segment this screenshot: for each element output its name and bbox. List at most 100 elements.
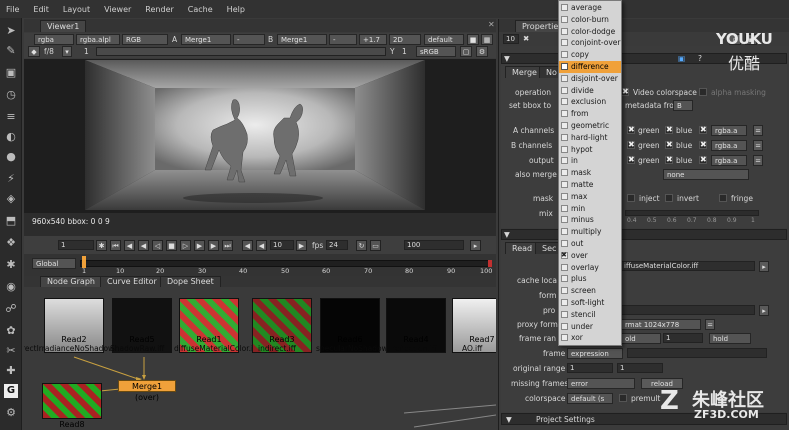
toolsets-icon[interactable]: ✂ xyxy=(4,344,18,358)
next-frame-icon[interactable]: ▷ xyxy=(180,240,191,251)
operation-option-divide[interactable]: divide xyxy=(559,85,621,97)
prev-keyframe-icon[interactable]: ◀ xyxy=(124,240,135,251)
operation-option-under[interactable]: under xyxy=(559,321,621,333)
b-channels-equals[interactable]: = xyxy=(753,140,763,151)
premult-checkbox[interactable] xyxy=(619,394,627,402)
read-node-header[interactable]: ▼ xyxy=(501,229,787,240)
close-icon[interactable]: ✕ xyxy=(488,20,495,29)
menu-render[interactable]: Render xyxy=(145,5,173,14)
operation-option-exclusion[interactable]: exclusion xyxy=(559,96,621,108)
playback-settings-icon[interactable]: ✱ xyxy=(96,240,107,251)
fstop-toggle-icon[interactable]: ◆ xyxy=(28,46,40,57)
also-merge-dropdown[interactable]: none xyxy=(663,169,749,180)
frame-range-after[interactable]: hold xyxy=(709,333,751,344)
other-icon[interactable]: ✚ xyxy=(4,364,18,378)
operation-option-matte[interactable]: matte xyxy=(559,179,621,191)
operation-option-copy[interactable]: copy xyxy=(559,49,621,61)
timeline[interactable]: Global 1 10 20 30 40 50 60 70 80 90 100 xyxy=(24,254,496,276)
node-read6-label[interactable]: Read6 xyxy=(320,335,380,344)
a-blue-checkbox[interactable] xyxy=(665,125,673,134)
node-read4-label[interactable]: Read4 xyxy=(386,335,446,344)
max-panels-field[interactable]: 10 xyxy=(503,34,519,44)
operation-option-over[interactable]: over xyxy=(559,250,621,262)
end-frame-field[interactable]: 100 xyxy=(404,240,464,250)
node-graph-canvas[interactable]: Read2 rectIrradianceNoShadow.i Read5 Sha… xyxy=(24,287,496,430)
fstop-arrow-icon[interactable]: ▾ xyxy=(62,46,72,57)
operation-option-hard-light[interactable]: hard-light xyxy=(559,132,621,144)
pointer-icon[interactable]: ➤ xyxy=(4,24,18,38)
operation-option-out[interactable]: out xyxy=(559,238,621,250)
operation-option-geometric[interactable]: geometric xyxy=(559,120,621,132)
transform-icon[interactable]: ⬒ xyxy=(4,214,18,228)
out-green-checkbox[interactable] xyxy=(627,155,635,164)
menu-help[interactable]: Help xyxy=(227,5,245,14)
operation-option-color-burn[interactable]: color-burn xyxy=(559,14,621,26)
3d-icon[interactable]: ❖ xyxy=(4,236,18,250)
operation-option-stencil[interactable]: stencil xyxy=(559,309,621,321)
paint-icon[interactable]: ✎ xyxy=(4,44,18,58)
operation-option-soft-light[interactable]: soft-light xyxy=(559,297,621,309)
step-forward-icon[interactable]: ▶ xyxy=(296,240,307,251)
channel-icon[interactable]: ≡ xyxy=(4,110,18,124)
collapse-icon[interactable]: ▼ xyxy=(504,54,510,63)
menu-viewer[interactable]: Viewer xyxy=(104,5,131,14)
gain-dropdown[interactable]: +1.7 xyxy=(359,34,387,45)
menu-file[interactable]: File xyxy=(6,5,19,14)
out-alpha-checkbox[interactable] xyxy=(699,155,707,164)
gizmo-icon[interactable]: G xyxy=(4,384,18,398)
merge-color-icon[interactable]: ▣ xyxy=(678,54,685,63)
missing-frames-dropdown[interactable]: error xyxy=(567,378,635,389)
colorspace-dropdown[interactable]: default (s xyxy=(567,393,613,404)
b-green-checkbox[interactable] xyxy=(627,140,635,149)
first-frame-icon[interactable]: ⏮ xyxy=(110,240,121,251)
deep-icon[interactable]: ◉ xyxy=(4,280,18,294)
operation-option-color-dodge[interactable]: color-dodge xyxy=(559,26,621,38)
a-alpha-dropdown[interactable]: rgba.a xyxy=(711,125,747,136)
operation-option-average[interactable]: average xyxy=(559,2,621,14)
color-icon[interactable]: ◐ xyxy=(4,130,18,144)
settings-icon[interactable]: ⚙ xyxy=(476,46,488,57)
operation-option-conjoint-over[interactable]: conjoint-over xyxy=(559,37,621,49)
keyer-icon[interactable]: ⚡ xyxy=(4,172,18,186)
b-alpha-dropdown[interactable]: rgba.a xyxy=(711,140,747,151)
roi-icon[interactable]: ▢ xyxy=(460,46,472,57)
node-read2-label[interactable]: Read2 xyxy=(44,335,104,344)
frame-range-before[interactable]: old xyxy=(621,333,661,344)
metadata-from-dropdown[interactable]: B xyxy=(673,100,693,111)
exposure-slider[interactable] xyxy=(96,47,386,56)
operation-option-xor[interactable]: xor xyxy=(559,332,621,344)
next-keyframe-icon[interactable]: ▶ xyxy=(208,240,219,251)
out-alpha-dropdown[interactable]: rgba.a xyxy=(711,155,747,166)
global-dropdown[interactable]: Global xyxy=(32,258,76,269)
clear-panels-icon[interactable]: ✖ xyxy=(523,34,529,43)
frame-mode-dropdown[interactable]: expression xyxy=(567,348,623,359)
operation-option-disjoint-over[interactable]: disjoint-over xyxy=(559,73,621,85)
node-merge1[interactable]: Merge1 (over) xyxy=(118,380,176,402)
loop-icon[interactable]: ↻ xyxy=(356,240,367,251)
channels-dropdown[interactable]: rgba xyxy=(34,34,74,45)
timeline-settings-icon[interactable]: ▸ xyxy=(470,240,481,251)
lut-dropdown[interactable]: default xyxy=(424,34,464,45)
particles-icon[interactable]: ✱ xyxy=(4,258,18,272)
read-collapse-icon[interactable]: ▼ xyxy=(504,230,510,239)
alpha-dropdown[interactable]: rgba.alpl xyxy=(76,34,120,45)
metadata-icon[interactable]: ✿ xyxy=(4,324,18,338)
stop-icon[interactable]: ■ xyxy=(166,240,177,251)
play-forward-icon[interactable]: ▶ xyxy=(194,240,205,251)
operation-option-min[interactable]: min xyxy=(559,203,621,215)
proxy-format-dropdown[interactable]: rmat 1024x778 xyxy=(621,319,701,330)
tab-dope-sheet[interactable]: Dope Sheet xyxy=(160,276,221,287)
a-green-checkbox[interactable] xyxy=(627,125,635,134)
b-input-dropdown[interactable]: Merge1 xyxy=(277,34,327,45)
display-dropdown[interactable]: RGB xyxy=(122,34,168,45)
playback-mode-icon[interactable]: ▭ xyxy=(370,240,381,251)
video-colorspace-checkbox[interactable] xyxy=(621,87,629,96)
lut2-dropdown[interactable]: sRGB xyxy=(416,46,456,57)
menu-edit[interactable]: Edit xyxy=(33,5,49,14)
operation-option-minus[interactable]: minus xyxy=(559,214,621,226)
overlay-icon[interactable]: ▦ xyxy=(481,34,493,45)
views-icon[interactable]: ☍ xyxy=(4,302,18,316)
step-back-icon[interactable]: ◀ xyxy=(242,240,253,251)
filter-icon[interactable]: ● xyxy=(4,150,18,164)
tab-viewer1[interactable]: Viewer1 xyxy=(40,20,87,32)
